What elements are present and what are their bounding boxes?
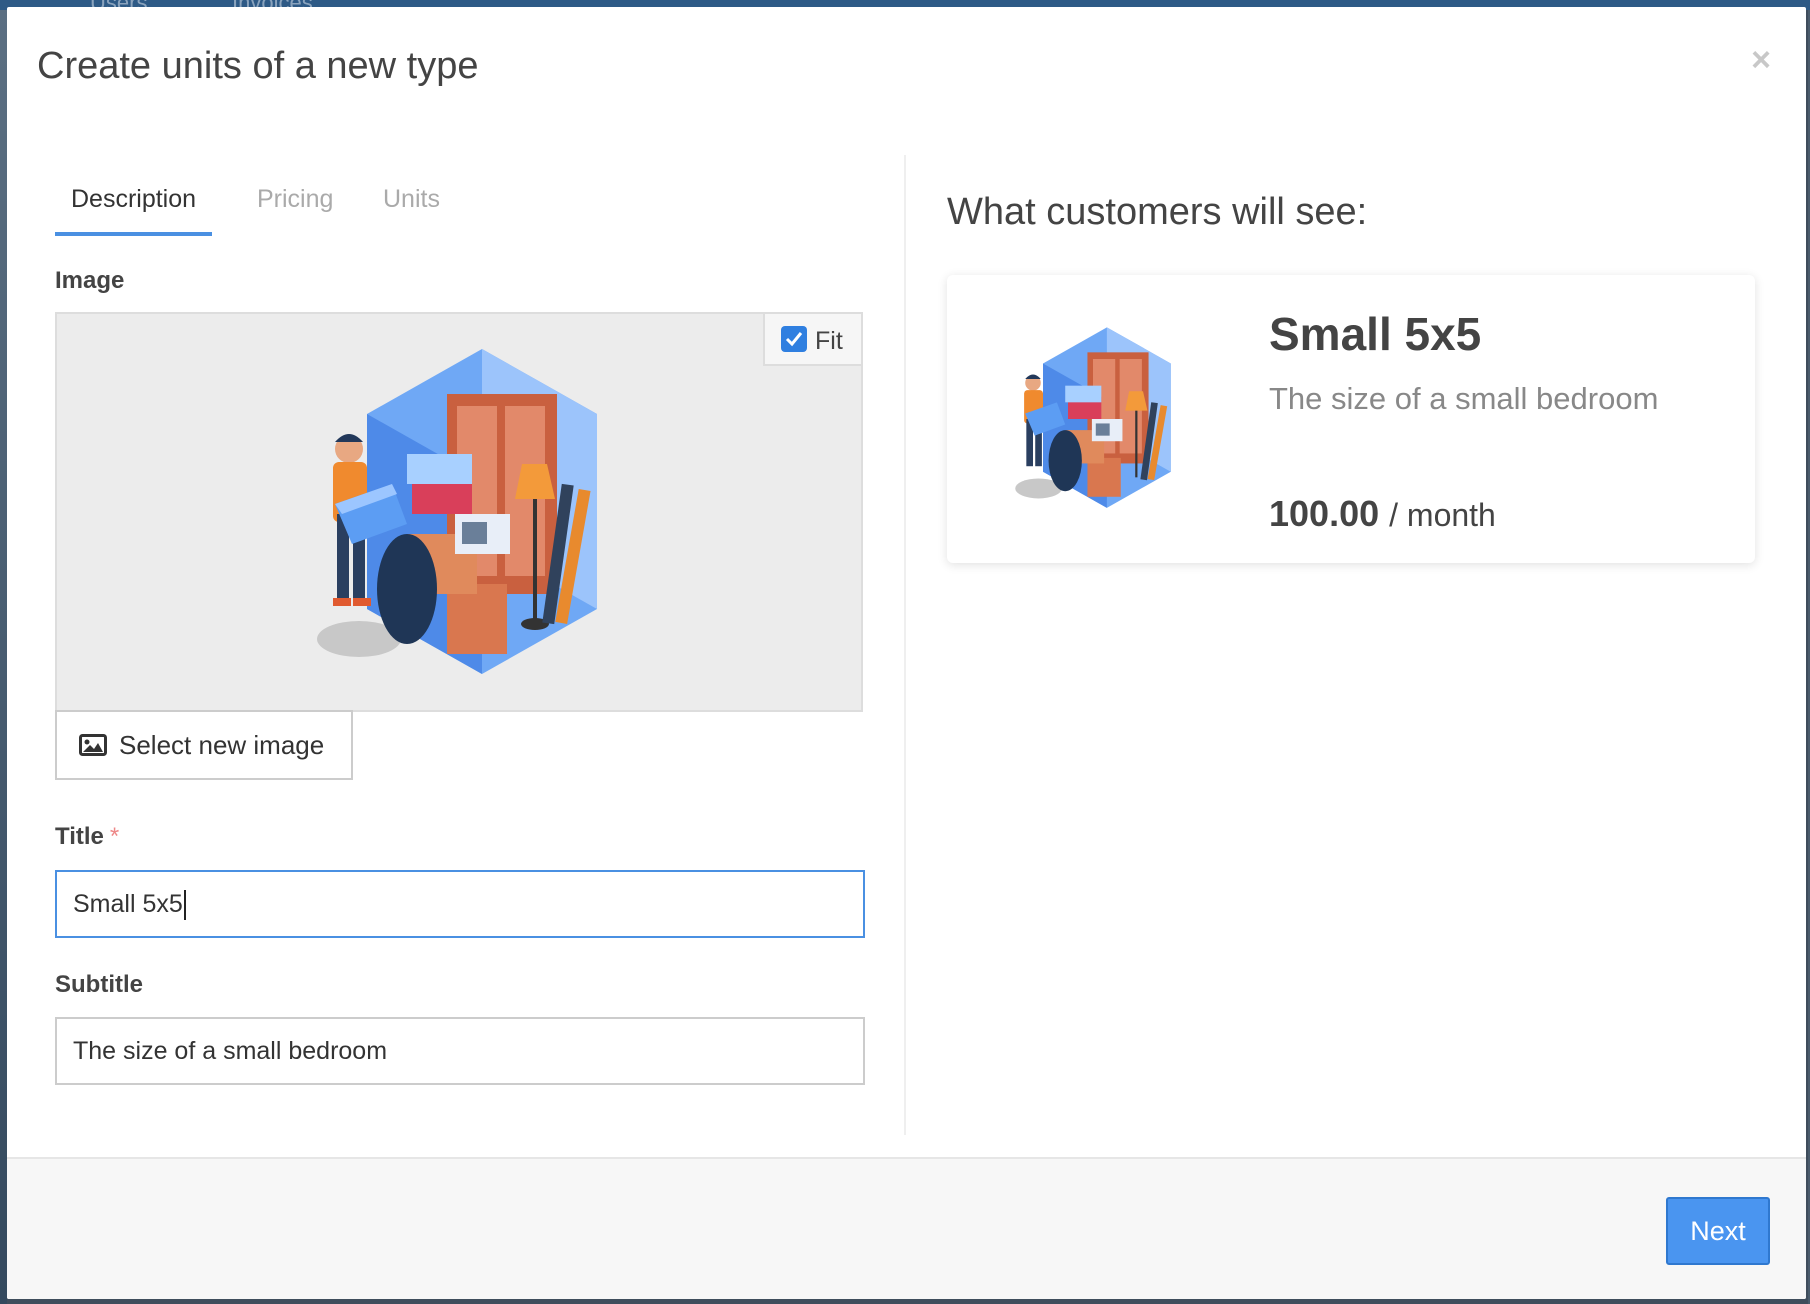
select-new-image-label: Select new image [119, 730, 325, 760]
preview-price: 100.00 / month [1269, 493, 1496, 535]
image-label: Image [55, 267, 125, 294]
subtitle-label: Subtitle [55, 971, 143, 998]
title-input-value: Small 5x5 [73, 890, 183, 918]
create-unit-type-modal: Create units of a new type × Description… [7, 7, 1806, 1299]
tab-description[interactable]: Description [55, 185, 213, 236]
column-divider [904, 155, 906, 1135]
checkmark-icon [785, 332, 803, 347]
form-column: Description Pricing Units Image Fit Sele… [55, 155, 865, 1085]
background-app-sidebar [0, 10, 7, 1304]
next-button[interactable]: Next [1666, 1197, 1770, 1265]
image-icon [79, 734, 107, 756]
close-icon[interactable]: × [1746, 43, 1776, 77]
tab-pricing[interactable]: Pricing [257, 185, 333, 232]
preview-title: Small 5x5 [1269, 308, 1482, 360]
required-indicator: * [109, 823, 120, 850]
fit-toggle: Fit [763, 314, 861, 366]
price-amount: 100.00 [1269, 493, 1380, 534]
text-caret [183, 890, 186, 921]
preview-subtitle: The size of a small bedroom [1269, 381, 1659, 416]
preview-heading: What customers will see: [947, 191, 1368, 233]
subtitle-input-value: The size of a small bedroom [73, 1037, 388, 1065]
customer-preview-card: Small 5x5 The size of a small bedroom 10… [947, 275, 1755, 563]
subtitle-input[interactable]: The size of a small bedroom [55, 1017, 865, 1085]
title-input[interactable]: Small 5x5 [55, 870, 865, 938]
modal-title: Create units of a new type [37, 45, 479, 87]
modal-footer: Next [7, 1157, 1806, 1299]
storage-unit-illustration [317, 349, 597, 674]
tab-units[interactable]: Units [383, 185, 440, 232]
tab-bar: Description Pricing Units [55, 155, 865, 245]
title-label-text: Title [55, 823, 104, 850]
image-preview-box: Fit [55, 312, 863, 712]
fit-label: Fit [815, 327, 843, 355]
modal-header: Create units of a new type × [7, 7, 1806, 127]
price-period: / month [1389, 497, 1496, 533]
select-new-image-button[interactable]: Select new image [55, 710, 353, 780]
storage-unit-thumbnail [1015, 327, 1171, 508]
title-label: Title * [55, 823, 119, 851]
fit-checkbox[interactable] [781, 326, 807, 352]
